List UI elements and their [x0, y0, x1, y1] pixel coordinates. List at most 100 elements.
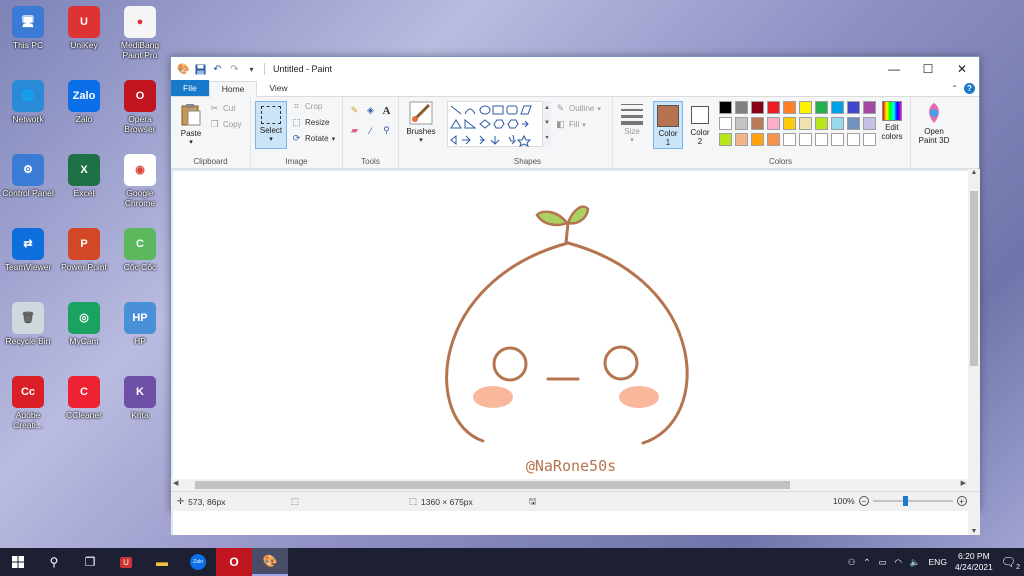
- desktop-icon-teamviewer[interactable]: ⇄ TeamViewer: [0, 228, 56, 272]
- palette-swatch[interactable]: [735, 101, 748, 114]
- desktop-icon-excel[interactable]: X Excel: [56, 154, 112, 198]
- horizontal-scroll-thumb[interactable]: [195, 481, 790, 489]
- wifi-icon[interactable]: ◠: [895, 557, 902, 568]
- horizontal-scrollbar[interactable]: ◀ ▶: [171, 479, 980, 491]
- palette-swatch[interactable]: [735, 117, 748, 130]
- palette-swatch[interactable]: [783, 117, 796, 130]
- palette-swatch[interactable]: [751, 133, 764, 146]
- color2-button[interactable]: Color 2: [685, 101, 715, 146]
- shapes-gallery[interactable]: [447, 101, 543, 147]
- scroll-up-icon[interactable]: ▲: [968, 169, 980, 176]
- minimize-button[interactable]: —: [877, 57, 911, 81]
- desktop-icon-unikey[interactable]: U UniKey: [56, 6, 112, 50]
- color-picker-tool[interactable]: ⁄: [365, 125, 376, 136]
- battery-icon[interactable]: ▭: [878, 557, 886, 568]
- taskbar-zalo[interactable]: Zalo: [180, 548, 216, 576]
- paste-button[interactable]: Paste ▾: [177, 103, 205, 147]
- desktop-icon-zalo[interactable]: Zalo Zalo: [56, 80, 112, 124]
- search-button[interactable]: ⚲: [36, 548, 72, 576]
- palette-swatch[interactable]: [831, 117, 844, 130]
- palette-swatch[interactable]: [719, 101, 732, 114]
- palette-swatch[interactable]: [767, 101, 780, 114]
- desktop-icon-mycam[interactable]: ◎ MyCam: [56, 302, 112, 346]
- palette-swatch[interactable]: [799, 133, 812, 146]
- shapes-scroll[interactable]: ▲ ▼ ▾: [543, 101, 551, 147]
- palette-swatch[interactable]: [815, 117, 828, 130]
- text-tool[interactable]: A: [381, 105, 392, 117]
- desktop-icon-adobe-creati[interactable]: Cc Adobe Creati...: [0, 376, 56, 430]
- crop-button[interactable]: ⌗ Crop: [291, 101, 322, 112]
- desktop-icon-krita[interactable]: K Krita: [112, 376, 168, 420]
- fill-button[interactable]: ◧ Fill ▾: [555, 119, 586, 130]
- desktop-icon-ccleaner[interactable]: C CCleaner: [56, 376, 112, 420]
- select-button[interactable]: Select ▾: [255, 101, 287, 149]
- tab-view[interactable]: View: [257, 80, 299, 96]
- desktop-icon-hp[interactable]: HP HP: [112, 302, 168, 346]
- open-paint3d-button[interactable]: Open Paint 3D: [915, 101, 953, 145]
- desktop-icon-this-pc[interactable]: 🖥 This PC: [0, 6, 56, 50]
- redo-icon[interactable]: ↷: [228, 63, 241, 76]
- palette-swatch[interactable]: [815, 101, 828, 114]
- help-icon[interactable]: ?: [964, 83, 975, 94]
- palette-swatch[interactable]: [783, 133, 796, 146]
- taskbar-opera[interactable]: O: [216, 548, 252, 576]
- volume-icon[interactable]: 🔈: [910, 557, 921, 568]
- desktop-icon-power-point[interactable]: P Power Point: [56, 228, 112, 272]
- copy-button[interactable]: ❐ Copy: [209, 119, 241, 130]
- taskbar-unikey[interactable]: U: [108, 548, 144, 576]
- task-view-button[interactable]: ❐: [72, 548, 108, 576]
- taskbar-file-explorer[interactable]: ▬: [144, 548, 180, 576]
- desktop-icon-network[interactable]: 🌐 Network: [0, 80, 56, 124]
- palette-swatch[interactable]: [847, 101, 860, 114]
- desktop-icon-c-c-c-c[interactable]: C Cốc Cốc: [112, 228, 168, 272]
- brushes-button[interactable]: Brushes ▾: [403, 101, 439, 145]
- taskbar-paint[interactable]: 🎨: [252, 548, 288, 576]
- tab-file[interactable]: File: [171, 80, 209, 96]
- palette-swatch[interactable]: [799, 101, 812, 114]
- notification-button[interactable]: 🗨 2: [1001, 555, 1020, 571]
- palette-swatch[interactable]: [719, 117, 732, 130]
- size-button[interactable]: Size ▾: [617, 101, 647, 145]
- fill-tool[interactable]: ◈: [365, 105, 376, 116]
- pencil-tool[interactable]: ✎: [349, 105, 360, 116]
- scroll-left-icon[interactable]: ◀: [173, 479, 178, 487]
- palette-swatch[interactable]: [847, 117, 860, 130]
- collapse-ribbon-icon[interactable]: ⌃: [951, 84, 958, 93]
- show-hidden-icons[interactable]: ⌃: [863, 557, 870, 568]
- palette-swatch[interactable]: [719, 133, 732, 146]
- palette-swatch[interactable]: [831, 133, 844, 146]
- desktop-icon-google-chrome[interactable]: ◉ Google Chrome: [112, 154, 168, 208]
- palette-swatch[interactable]: [831, 101, 844, 114]
- palette-swatch[interactable]: [735, 133, 748, 146]
- clock[interactable]: 6:20 PM 4/24/2021: [955, 551, 993, 573]
- desktop-icon-control-panel[interactable]: ⚙ Control Panel: [0, 154, 56, 198]
- desktop-icon-recycle-bin[interactable]: 🗑 Recycle Bin: [0, 302, 56, 346]
- maximize-button[interactable]: ☐: [911, 57, 945, 81]
- outline-button[interactable]: ✎ Outline ▾: [555, 103, 601, 114]
- palette-swatch[interactable]: [767, 117, 780, 130]
- cut-button[interactable]: ✂ Cut: [209, 103, 236, 114]
- zoom-in-icon[interactable]: +: [956, 496, 967, 506]
- customize-icon[interactable]: ▾: [245, 63, 258, 76]
- zoom-thumb[interactable]: [902, 496, 908, 506]
- desktop-icon-medibang-paint-pro[interactable]: ● MediBang Paint Pro: [112, 6, 168, 60]
- start-button[interactable]: [0, 548, 36, 576]
- zoom-out-icon[interactable]: −: [858, 496, 869, 506]
- palette-swatch[interactable]: [767, 133, 780, 146]
- magnifier-tool[interactable]: ⚲: [381, 125, 392, 136]
- palette-swatch[interactable]: [783, 101, 796, 114]
- scroll-right-icon[interactable]: ▶: [961, 479, 966, 487]
- palette-swatch[interactable]: [815, 133, 828, 146]
- palette-swatch[interactable]: [751, 101, 764, 114]
- eraser-tool[interactable]: ▰: [349, 125, 360, 136]
- desktop-icon-opera-browser[interactable]: O Opera Browser: [112, 80, 168, 134]
- palette-swatch[interactable]: [799, 117, 812, 130]
- undo-icon[interactable]: ↶: [211, 63, 224, 76]
- palette-swatch[interactable]: [751, 117, 764, 130]
- edit-colors-button[interactable]: Edit colors: [875, 101, 909, 141]
- people-icon[interactable]: ⚇: [848, 557, 856, 568]
- tab-home[interactable]: Home: [208, 81, 258, 97]
- scroll-down-icon[interactable]: ▼: [968, 528, 980, 535]
- resize-button[interactable]: ⬚ Resize: [291, 117, 329, 128]
- language-indicator[interactable]: ENG: [929, 557, 947, 567]
